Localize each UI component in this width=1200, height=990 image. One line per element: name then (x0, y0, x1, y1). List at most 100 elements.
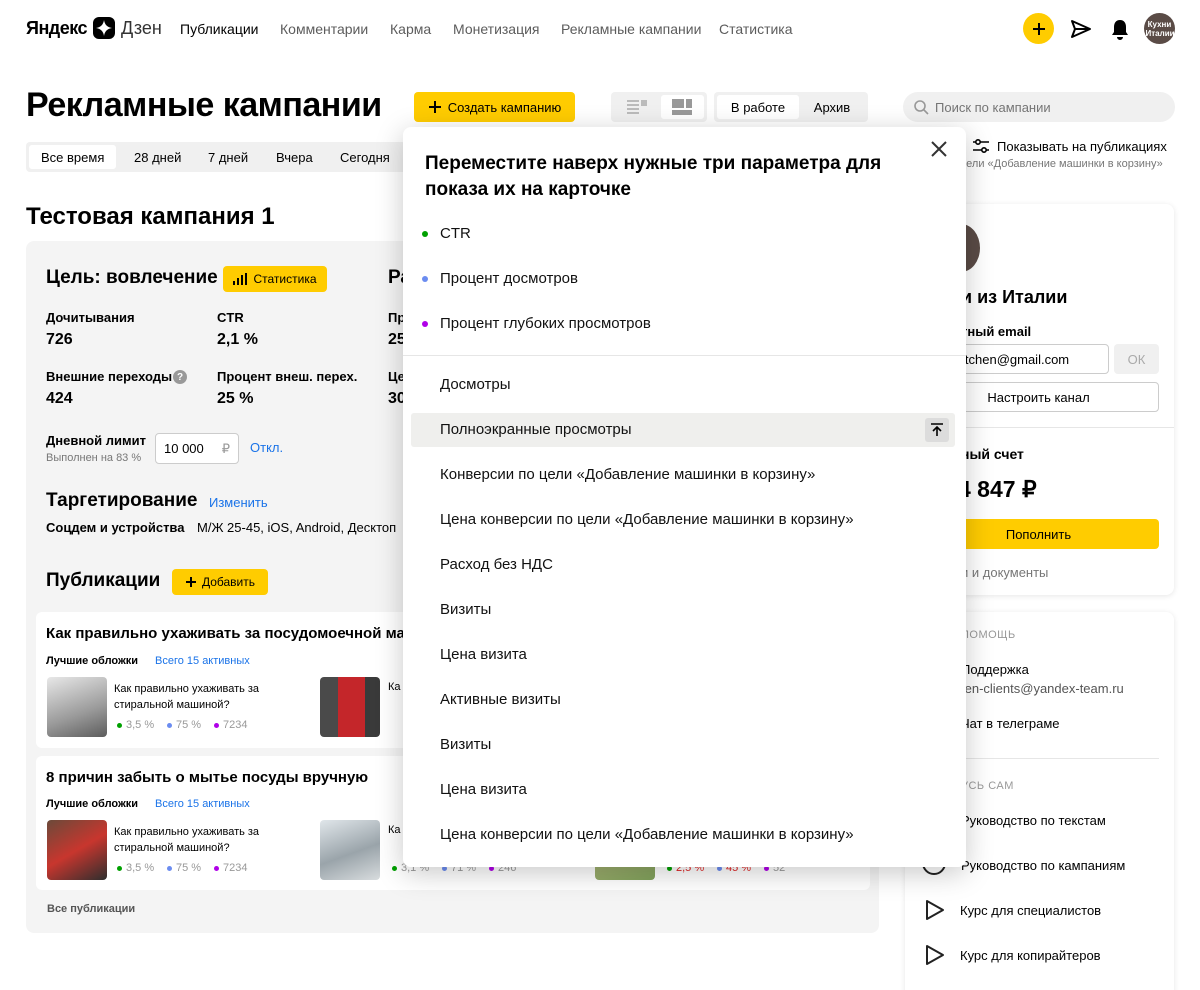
targeting-row-label: Соцдем и устройства (46, 520, 185, 535)
metric-label: CTR (217, 310, 244, 325)
cover-text: Ка (388, 681, 401, 693)
telegram-link[interactable]: Чат в телеграме (961, 716, 1059, 731)
conversion-note: цели «Добавление машинки в корзину» (960, 158, 1163, 170)
metric-option[interactable]: Полноэкранные просмотры (440, 421, 632, 438)
period-28-days[interactable]: 28 дней (122, 145, 193, 169)
metric-option[interactable]: Цена визита (440, 781, 527, 798)
logo[interactable]: Яндекс Дзен (26, 17, 162, 39)
search-box[interactable] (903, 92, 1175, 122)
metric-option[interactable]: Конверсии по цели «Добавление машинки в … (440, 466, 815, 483)
metric-option[interactable]: Досмотры (440, 376, 511, 393)
bell-icon[interactable] (1110, 18, 1130, 40)
account-balance: 4 847 ₽ (958, 476, 1037, 502)
learn-title: УСЬ САМ (961, 780, 1014, 792)
metric-option[interactable]: Визиты (440, 601, 491, 618)
nav-ad-campaigns[interactable]: Рекламные кампании (561, 21, 701, 37)
campaign-title: Тестовая кампания 1 (26, 203, 275, 230)
metric-option[interactable]: Цена конверсии по цели «Добавление машин… (440, 826, 854, 843)
play-icon (926, 900, 944, 920)
metric-value: 25 % (217, 390, 254, 407)
logo-yandex: Яндекс (26, 17, 88, 38)
metric-option[interactable]: Цена визита (440, 646, 527, 663)
metric-option[interactable]: Цена конверсии по цели «Добавление машин… (440, 511, 854, 528)
cover-stat-views: 75 % (167, 862, 201, 874)
guide-texts[interactable]: Руководство по текстам (961, 813, 1106, 828)
search-input[interactable] (935, 99, 1165, 115)
tab-archive[interactable]: Архив (799, 95, 865, 119)
selected-metric[interactable]: Процент глубоких просмотров (440, 315, 651, 332)
play-icon (926, 945, 944, 965)
course-copywriters[interactable]: Курс для копирайтеров (960, 948, 1101, 963)
plus-icon (1032, 22, 1045, 35)
metric-label: Внешние переходы (46, 369, 173, 384)
targeting-row-value: М/Ж 25-45, iOS, Android, Десктоп (197, 520, 397, 535)
send-icon[interactable] (1070, 18, 1092, 40)
email-field[interactable]: itchen@gmail.com (955, 344, 1109, 374)
cover-stat-ctr: 3,5 % (117, 862, 154, 874)
move-up-icon (931, 423, 943, 436)
period-7-days[interactable]: 7 дней (196, 145, 260, 169)
metric-value: 2,1 % (217, 331, 258, 348)
help-icon[interactable]: ? (173, 370, 187, 384)
period-yesterday[interactable]: Вчера (264, 145, 325, 169)
selected-metric[interactable]: Процент досмотров (440, 270, 578, 287)
logo-zen: Дзен (121, 17, 162, 38)
plus-icon (185, 577, 196, 587)
publication-title: 8 причин забыть о мытье посуды вручную (46, 769, 369, 786)
metric-value: 726 (46, 331, 73, 348)
nav-publications[interactable]: Публикации (180, 21, 258, 37)
cover-text: Ка (388, 824, 401, 836)
targeting-change-link[interactable]: Изменить (209, 495, 268, 510)
support-email: ten-clients@yandex-team.ru (961, 681, 1124, 696)
create-campaign-button[interactable]: Создать кампанию (414, 92, 575, 122)
daily-limit-label: Дневной лимит (46, 433, 146, 448)
period-all-time[interactable]: Все время (29, 145, 117, 169)
course-specialists[interactable]: Курс для специалистов (960, 903, 1101, 918)
create-plus-button[interactable] (1023, 13, 1054, 44)
period-tabs: Все время 28 дней 7 дней Вчера Сегодня (26, 142, 426, 172)
page-title: Рекламные кампании (26, 86, 382, 124)
active-link[interactable]: Всего 15 активных (155, 798, 250, 810)
plus-icon (428, 101, 441, 113)
cover-text: Как правильно ухаживать за стиральной ма… (114, 683, 260, 711)
list-view-icon[interactable] (627, 99, 647, 115)
avatar[interactable]: Кухни Италии (1144, 13, 1175, 44)
period-today[interactable]: Сегодня (328, 145, 402, 169)
close-icon[interactable] (930, 140, 948, 158)
metric-value: 424 (46, 390, 73, 407)
views-dot-icon (422, 276, 428, 282)
bar-chart-icon (233, 273, 248, 285)
support-link[interactable]: Поддержка (961, 662, 1029, 677)
stats-button[interactable]: Статистика (223, 266, 327, 292)
metric-option[interactable]: Визиты (440, 736, 491, 753)
card-view-icon[interactable] (672, 99, 692, 115)
guide-campaigns[interactable]: Руководство по кампаниям (961, 858, 1125, 873)
nav-comments[interactable]: Комментарии (280, 21, 368, 37)
selected-metric[interactable]: CTR (440, 225, 471, 242)
nav-karma[interactable]: Карма (390, 21, 431, 37)
publication-title: Как правильно ухаживать за посудомоечной… (46, 625, 418, 642)
ok-button[interactable]: ОК (1114, 344, 1159, 374)
cover-thumbnail (320, 820, 380, 880)
covers-label: Лучшие обложки (46, 655, 139, 667)
move-to-top-button[interactable] (925, 418, 949, 442)
cover-thumbnail (47, 820, 107, 880)
metric-option[interactable]: Активные визиты (440, 691, 561, 708)
nav-monetization[interactable]: Монетизация (453, 21, 540, 37)
channel-name: и из Италии (961, 287, 1068, 307)
cover-stat-views: 75 % (167, 719, 201, 731)
docs-link[interactable]: и и документы (961, 565, 1048, 580)
all-publications-link[interactable]: Все публикации (47, 903, 135, 915)
email-label: тный email (961, 324, 1032, 339)
nav-statistics[interactable]: Статистика (719, 21, 793, 37)
goal-title: Цель: вовлечение (46, 267, 218, 288)
disable-link[interactable]: Откл. (250, 440, 283, 455)
add-publication-button[interactable]: Добавить (172, 569, 268, 595)
metric-option[interactable]: Расход без НДС (440, 556, 553, 573)
search-icon (914, 100, 929, 115)
deep-views-dot-icon (422, 321, 428, 327)
active-link[interactable]: Всего 15 активных (155, 655, 250, 667)
show-on-publications[interactable]: Показывать на публикациях (972, 138, 1167, 154)
tab-in-progress[interactable]: В работе (717, 95, 799, 119)
daily-limit-input[interactable]: 10 000 ₽ (155, 433, 239, 464)
